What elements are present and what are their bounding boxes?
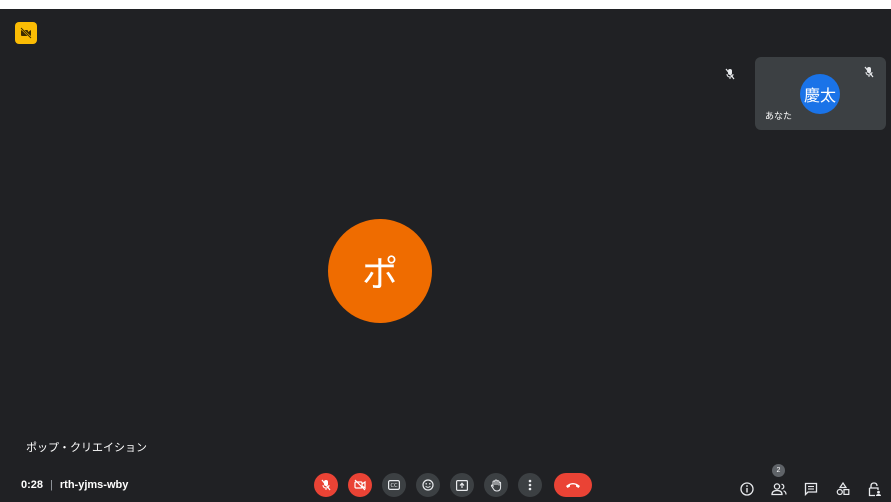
self-video-tile[interactable]: 慶太 あなた xyxy=(755,57,886,130)
host-controls-button[interactable] xyxy=(863,477,887,501)
recording-badge[interactable] xyxy=(15,22,37,44)
call-controls: CC xyxy=(314,472,592,498)
camera-toggle-button[interactable] xyxy=(348,473,372,497)
hand-icon xyxy=(490,478,502,492)
meeting-tools: 2 xyxy=(735,464,891,501)
chat-button[interactable] xyxy=(799,477,823,501)
meeting-details-button[interactable] xyxy=(735,477,759,501)
activities-icon xyxy=(836,482,850,496)
self-name-label: あなた xyxy=(765,111,793,121)
activities-button[interactable] xyxy=(831,477,855,501)
mic-off-icon xyxy=(723,67,737,81)
mic-off-icon xyxy=(320,479,332,491)
mic-toggle-button[interactable] xyxy=(314,473,338,497)
mic-off-icon xyxy=(862,65,876,79)
self-avatar: 慶太 xyxy=(800,74,840,114)
camera-off-icon xyxy=(19,26,33,40)
meeting-time: 0:28 xyxy=(21,479,44,491)
more-options-button[interactable] xyxy=(518,473,542,497)
chat-icon xyxy=(804,482,818,496)
smiley-icon xyxy=(422,479,434,491)
people-icon xyxy=(771,482,787,496)
captions-icon: CC xyxy=(388,480,400,490)
people-count-badge: 2 xyxy=(772,464,785,477)
camera-off-icon xyxy=(353,479,367,491)
meeting-stage: 慶太 あなた ポ ポップ・クリエイション 0:28 | rth-yjms-wby xyxy=(0,9,891,502)
people-button[interactable]: 2 xyxy=(767,464,791,501)
more-vert-icon xyxy=(528,479,532,491)
participant-avatar: ポ xyxy=(328,219,432,323)
meeting-info-separator: | xyxy=(50,479,53,491)
svg-text:CC: CC xyxy=(391,483,398,489)
captions-button[interactable]: CC xyxy=(382,473,406,497)
participant-name-label: ポップ・クリエイション xyxy=(26,442,147,454)
leave-call-button[interactable] xyxy=(554,473,592,497)
bottom-control-bar: 0:28 | rth-yjms-wby CC 2 xyxy=(0,463,891,502)
meeting-code[interactable]: rth-yjms-wby xyxy=(60,479,128,491)
meeting-info: 0:28 | rth-yjms-wby xyxy=(21,479,128,491)
hangup-icon xyxy=(565,481,581,489)
info-icon xyxy=(740,482,754,496)
present-button[interactable] xyxy=(450,473,474,497)
present-screen-icon xyxy=(456,479,468,491)
raise-hand-button[interactable] xyxy=(484,473,508,497)
reactions-button[interactable] xyxy=(416,473,440,497)
lock-person-icon xyxy=(868,481,882,497)
